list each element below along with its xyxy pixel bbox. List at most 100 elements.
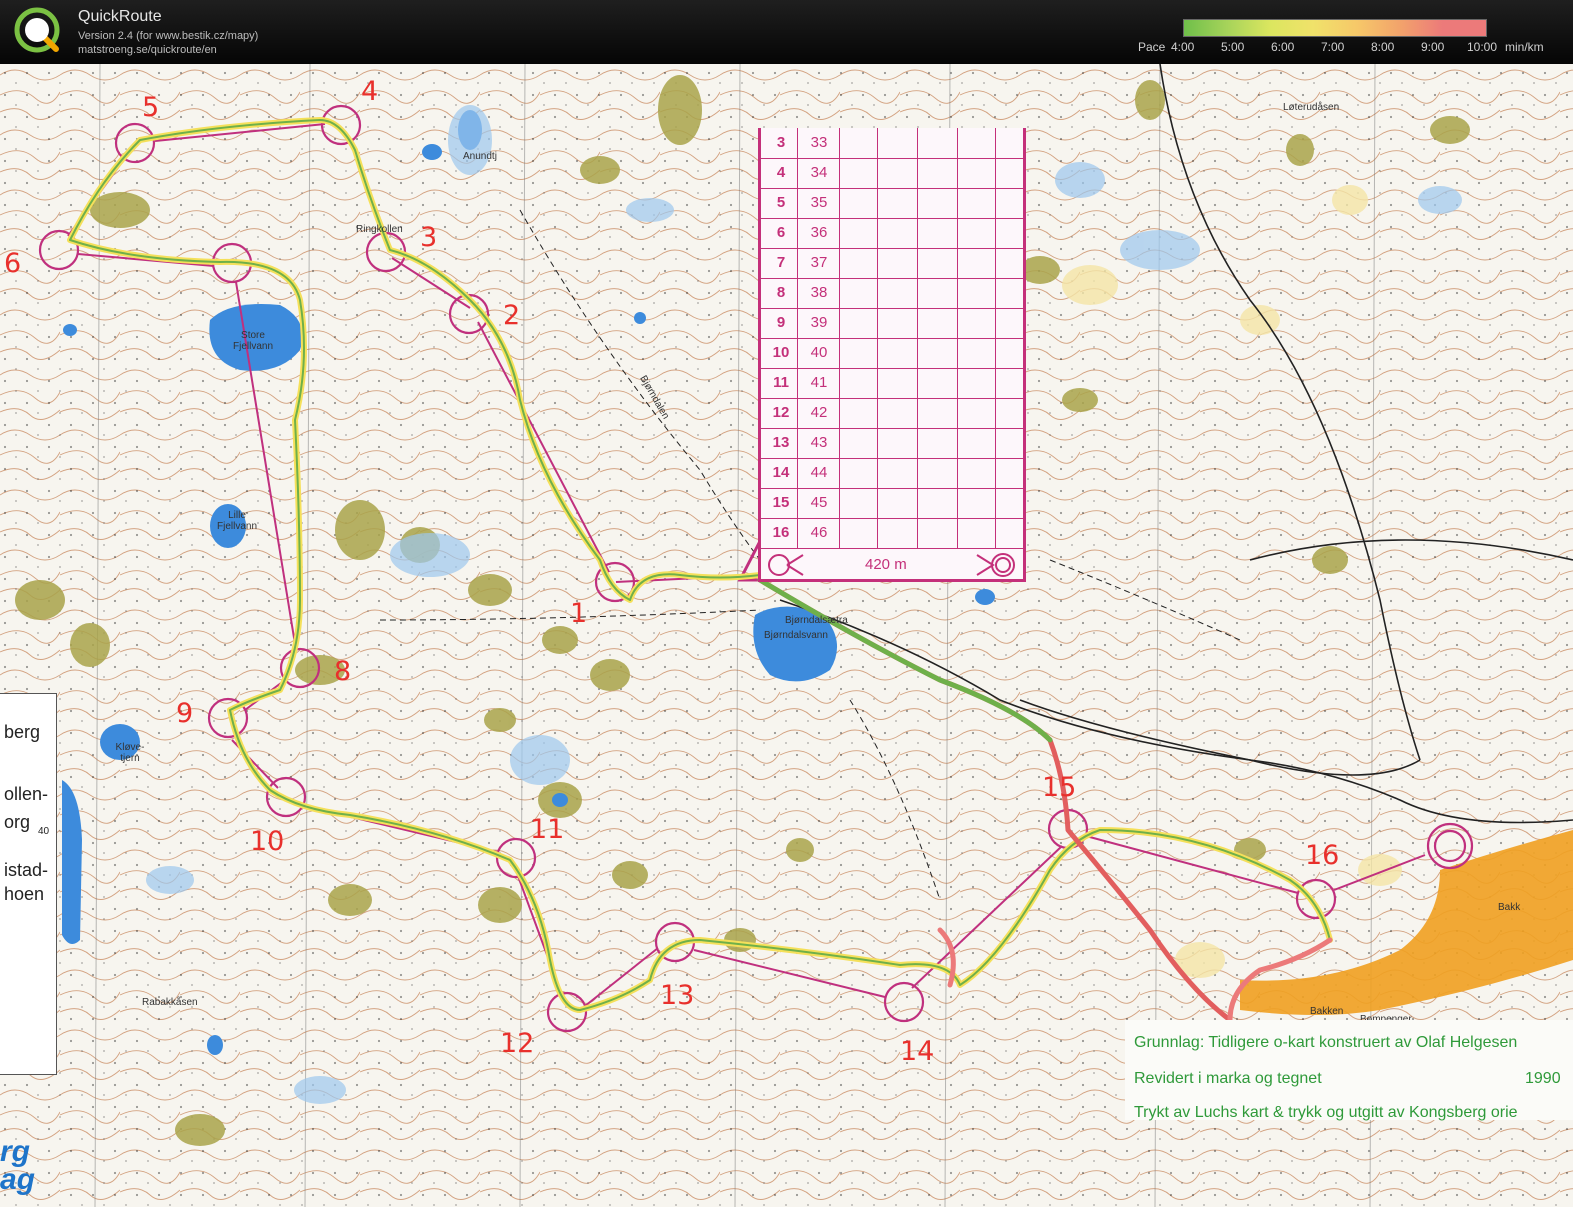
credits-line-2: Revidert i marka og tegnet xyxy=(1134,1070,1322,1087)
control-number: 5 xyxy=(776,194,786,211)
table-row: 12 42 xyxy=(761,398,1023,429)
control-label-14: 14 xyxy=(900,1036,935,1067)
control-number: 12 xyxy=(772,404,790,421)
control-label-11: 11 xyxy=(530,814,565,845)
pace-tick: 5:00 xyxy=(1221,40,1245,54)
control-label-1: 1 xyxy=(570,598,588,629)
control-number: 14 xyxy=(772,464,790,481)
place-name: Bjørndalsvann xyxy=(764,630,828,641)
orienteering-map[interactable]: 420 m 3 33 4 34 5 35 6 36 7 37 8 38 9 39 10 40 11 41 12 42 1… xyxy=(0,64,1573,1207)
place-name: Store Fjellvann xyxy=(232,330,274,352)
table-row: 15 45 xyxy=(761,488,1023,519)
place-name: Bakken xyxy=(1310,1006,1344,1017)
table-row: 7 37 xyxy=(761,248,1023,279)
control-number: 16 xyxy=(772,524,790,541)
table-row: 11 41 xyxy=(761,368,1023,399)
control-code: 37 xyxy=(810,254,828,271)
pace-segment xyxy=(1227,20,1271,36)
control-code: 35 xyxy=(810,194,828,211)
control-label-12: 12 xyxy=(500,1028,535,1059)
place-name: Anundtj xyxy=(463,151,497,162)
place-name: Løterudåsen xyxy=(1283,102,1340,113)
app-version: Version 2.4 (for www.bestik.cz/mapy) xyxy=(78,30,259,42)
control-label-15: 15 xyxy=(1042,772,1077,803)
control-label-16: 16 xyxy=(1305,840,1340,871)
table-row: 14 44 xyxy=(761,458,1023,489)
pace-tick: 10:00 xyxy=(1467,40,1498,54)
control-description-table: 420 m 3 33 4 34 5 35 6 36 7 37 8 38 9 39 10 40 11 41 12 42 1… xyxy=(758,128,1026,582)
control-code: 41 xyxy=(810,374,828,391)
control-code: 45 xyxy=(810,494,828,511)
table-row: 4 34 xyxy=(761,158,1023,189)
table-row: 8 38 xyxy=(761,278,1023,309)
finish-distance: 420 m xyxy=(865,556,907,573)
control-code: 33 xyxy=(810,134,828,151)
place-name: Bjørndalsætra xyxy=(785,615,848,626)
finish-row: 420 m xyxy=(761,551,1023,579)
pace-unit: min/km xyxy=(1505,40,1544,54)
app-header: QuickRoute Version 2.4 (for www.bestik.c… xyxy=(0,0,1573,64)
control-code: 38 xyxy=(810,284,828,301)
legend-text: istad- xyxy=(4,860,49,880)
control-code: 43 xyxy=(810,434,828,451)
control-label-3: 3 xyxy=(420,222,438,253)
table-row: 9 39 xyxy=(761,308,1023,339)
organizer-text: rg xyxy=(0,1135,30,1168)
control-number: 9 xyxy=(776,314,786,331)
control-label-2: 2 xyxy=(503,300,521,331)
pace-color-scale xyxy=(1183,19,1487,37)
quickroute-logo-icon xyxy=(14,7,60,53)
control-label-5: 5 xyxy=(142,92,160,123)
control-number: 13 xyxy=(772,434,790,451)
control-number: 3 xyxy=(776,134,786,151)
control-number: 15 xyxy=(772,494,790,511)
app-title: QuickRoute xyxy=(78,8,162,25)
control-label-10: 10 xyxy=(250,826,285,857)
pace-label: Pace xyxy=(1138,40,1166,54)
control-label-4: 4 xyxy=(361,76,379,107)
table-row: 16 46 xyxy=(761,518,1023,549)
organizer-text: ag xyxy=(0,1163,36,1196)
control-number: 8 xyxy=(776,284,786,301)
pace-segment xyxy=(1442,20,1486,36)
place-name: Kløve- tjern xyxy=(115,742,145,764)
control-label-9: 9 xyxy=(176,698,194,729)
legend-text: org xyxy=(4,812,31,832)
control-label-13: 13 xyxy=(660,980,695,1011)
control-code: 36 xyxy=(810,224,828,241)
pace-tick: 6:00 xyxy=(1271,40,1295,54)
pace-tick: 8:00 xyxy=(1371,40,1395,54)
map-credits: Grunnlag: Tidligere o-kart konstruert av… xyxy=(1125,1020,1573,1121)
legend-text: ollen- xyxy=(4,784,49,804)
table-row: 3 33 xyxy=(761,128,1023,159)
credits-line-3: Trykt av Luchs kart & trykk og utgitt av… xyxy=(1134,1104,1518,1121)
pace-tick: 7:00 xyxy=(1321,40,1345,54)
table-row: 6 36 xyxy=(761,218,1023,249)
start-circle-icon xyxy=(768,554,804,576)
pace-tick: 9:00 xyxy=(1421,40,1445,54)
table-row: 13 43 xyxy=(761,428,1023,459)
place-name: Rabakkåsen xyxy=(142,997,198,1008)
control-code: 42 xyxy=(810,404,828,421)
control-code: 46 xyxy=(810,524,828,541)
control-number: 7 xyxy=(776,254,786,271)
place-name: Ringkollen xyxy=(356,224,403,235)
pace-segment xyxy=(1399,20,1443,36)
table-row: 10 40 xyxy=(761,338,1023,369)
place-name: Lille Fjellvann xyxy=(216,510,258,532)
finish-circle-icon xyxy=(976,553,1015,577)
control-number: 4 xyxy=(776,164,786,181)
app-url: matstroeng.se/quickroute/en xyxy=(78,44,217,56)
legend-text: berg xyxy=(4,722,41,742)
organizer-logo-fragment: rg ag xyxy=(0,1135,36,1196)
control-code: 34 xyxy=(810,164,828,181)
credits-line-1: Grunnlag: Tidligere o-kart konstruert av… xyxy=(1134,1034,1518,1051)
place-name: Bakk xyxy=(1498,902,1521,913)
control-number: 10 xyxy=(772,344,790,361)
credits-year: 1990 xyxy=(1525,1070,1561,1087)
control-label-8: 8 xyxy=(334,656,352,687)
legend-text: hoen xyxy=(4,884,45,904)
control-label-6: 6 xyxy=(4,248,22,279)
control-number: 11 xyxy=(773,374,789,391)
control-code: 40 xyxy=(810,344,828,361)
